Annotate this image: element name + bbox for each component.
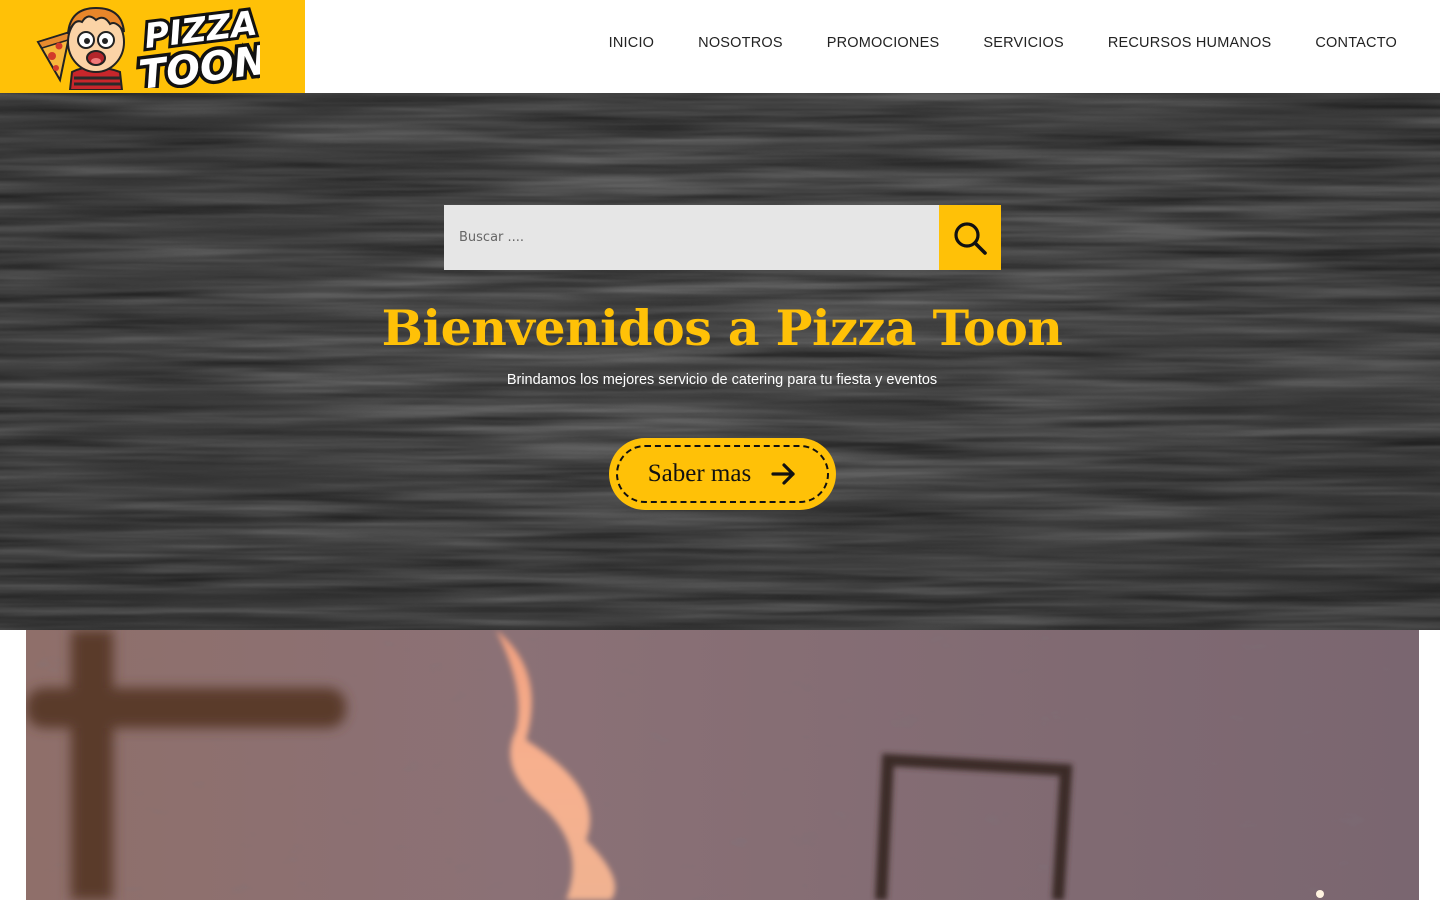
nav-item-contacto[interactable]: CONTACTO	[1293, 35, 1419, 51]
logo-wordmark: PIZZA TOON	[132, 1, 273, 103]
search-button[interactable]	[939, 205, 1001, 270]
arrow-right-icon	[771, 463, 795, 485]
hero-section: Bienvenidos a Pizza Toon Brindamos los m…	[0, 93, 1440, 630]
oven-video[interactable]	[26, 630, 1419, 900]
search-form	[444, 205, 1001, 270]
nav-item-servicios[interactable]: SERVICIOS	[961, 35, 1086, 51]
pizza-mascot-icon	[36, 6, 125, 90]
nav-item-inicio[interactable]: INICIO	[587, 35, 677, 51]
site-logo[interactable]: PIZZA TOON	[0, 0, 305, 103]
hero-title: Bienvenidos a Pizza Toon	[381, 299, 1063, 357]
hero-subtitle: Brindamos los mejores servicio de cateri…	[506, 372, 938, 388]
nav-item-recursos-humanos[interactable]: RECURSOS HUMANOS	[1086, 35, 1294, 51]
hero-overlay	[0, 93, 1440, 630]
logo-wordmark-art: PIZZA TOON	[133, 1, 273, 103]
saber-mas-button[interactable]: Saber mas	[609, 438, 836, 510]
search-input[interactable]	[444, 205, 939, 270]
nav-item-promociones[interactable]: PROMOCIONES	[805, 35, 962, 51]
fire-oven-image	[26, 630, 1419, 900]
search-icon	[954, 221, 987, 255]
cta-dashed-border: Saber mas	[616, 445, 829, 503]
main-nav: INICIO NOSOTROS PROMOCIONES SERVICIOS RE…	[587, 0, 1419, 86]
cta-label: Saber mas	[647, 460, 752, 487]
nav-item-nosotros[interactable]: NOSOTROS	[676, 35, 805, 51]
site-header: PIZZA TOON INICIO NOSOTROS PROMOCIONES S…	[0, 0, 1440, 103]
